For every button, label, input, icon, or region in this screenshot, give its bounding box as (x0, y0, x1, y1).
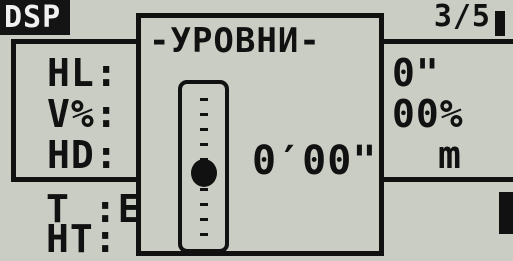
vial-tick (200, 188, 208, 191)
hl-label: HL: (47, 51, 119, 95)
hl-value: 0" (392, 51, 440, 95)
vial-tick (200, 113, 208, 116)
vial-tick (200, 98, 208, 101)
mode-tab[interactable]: DSP (0, 0, 70, 35)
hd-label: HD: (47, 133, 119, 177)
vial-tick (200, 128, 208, 131)
levels-popup: -УРОВНИ- 0′00" (136, 13, 384, 256)
v-percent-label: V%: (47, 92, 119, 136)
vial-tick (200, 143, 208, 146)
level-angle-readout: 0′00" (252, 138, 378, 184)
page-counter: 3/5 (433, 0, 491, 34)
right-edge-tab (499, 192, 513, 234)
v-percent-value: 00% (392, 92, 464, 136)
level-bubble-icon (191, 159, 217, 187)
ht-label: HT: (46, 217, 118, 261)
vial-tick (200, 203, 208, 206)
page-indicator-bar (495, 11, 505, 36)
popup-title: -УРОВНИ- (149, 21, 321, 61)
vial-tick (200, 233, 208, 236)
level-vial (178, 80, 229, 253)
vial-tick (200, 218, 208, 221)
hd-unit: m (438, 133, 462, 177)
